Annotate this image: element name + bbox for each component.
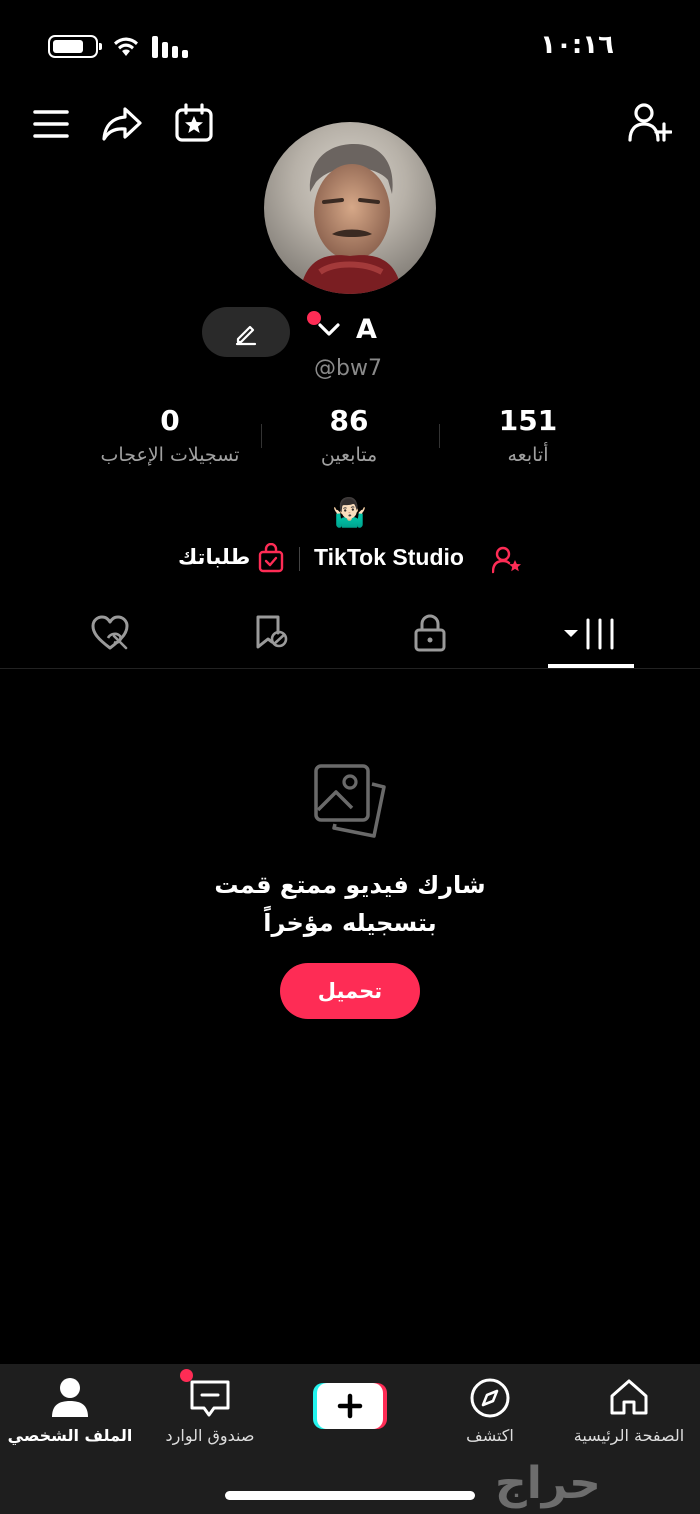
orders-link[interactable]: طلباتك: [178, 545, 250, 569]
home-indicator: [225, 1491, 475, 1500]
signal-icon: [152, 36, 190, 58]
creator-star-icon: [492, 546, 522, 574]
profile-icon[interactable]: [50, 1377, 90, 1419]
nav-profile-label[interactable]: الملف الشخصي: [0, 1426, 140, 1445]
empty-state-line1: شارك فيديو ممتع قمت: [214, 871, 486, 899]
tabs-border: [0, 668, 700, 669]
nav-home-label[interactable]: الصفحة الرئيسية: [559, 1426, 699, 1445]
tiktok-studio-link[interactable]: TikTok Studio: [314, 544, 464, 571]
compass-icon[interactable]: [469, 1377, 511, 1419]
profile-name[interactable]: A: [356, 314, 377, 345]
profile-handle: @bw7: [314, 356, 382, 381]
bio-emoji: 🤷🏻‍♂️: [332, 496, 367, 529]
status-time: ١٠:١٦: [540, 30, 614, 60]
liked-tab-icon[interactable]: [90, 614, 130, 652]
videos-tab-icon[interactable]: [562, 618, 618, 650]
following-count[interactable]: 151: [428, 404, 628, 437]
calendar-star-icon[interactable]: [174, 103, 214, 143]
haraj-watermark: حراج: [495, 1458, 601, 1509]
avatar[interactable]: [264, 122, 436, 294]
empty-state-title: شارك فيديو ممتع قمت بتسجيله مؤخراً: [150, 866, 550, 942]
likes-count[interactable]: 0: [70, 404, 270, 437]
add-user-icon[interactable]: [628, 102, 672, 144]
active-tab-indicator: [548, 664, 634, 668]
menu-icon[interactable]: [33, 108, 69, 140]
photos-placeholder-icon: [312, 762, 390, 842]
inbox-icon[interactable]: [188, 1378, 232, 1420]
home-icon[interactable]: [608, 1378, 650, 1416]
share-icon[interactable]: [101, 106, 143, 142]
create-button[interactable]: [313, 1381, 387, 1431]
nav-inbox-label[interactable]: صندوق الوارد: [140, 1426, 280, 1445]
battery-icon: [48, 35, 102, 58]
edit-profile-button[interactable]: [202, 307, 290, 357]
inbox-notification-dot: [180, 1369, 193, 1382]
followers-count[interactable]: 86: [249, 404, 449, 437]
upload-button[interactable]: تحميل: [280, 963, 420, 1019]
saved-tab-icon[interactable]: [254, 613, 290, 651]
nav-discover-label[interactable]: اكتشف: [420, 1426, 560, 1445]
shopping-bag-icon: [258, 543, 284, 573]
likes-label[interactable]: تسجيلات الإعجاب: [60, 444, 280, 466]
empty-state-line2: بتسجيله مؤخراً: [263, 909, 437, 937]
private-tab-icon[interactable]: [414, 614, 446, 652]
chevron-down-icon[interactable]: [318, 322, 340, 338]
wifi-icon: [112, 34, 140, 58]
links-divider: [299, 547, 300, 571]
